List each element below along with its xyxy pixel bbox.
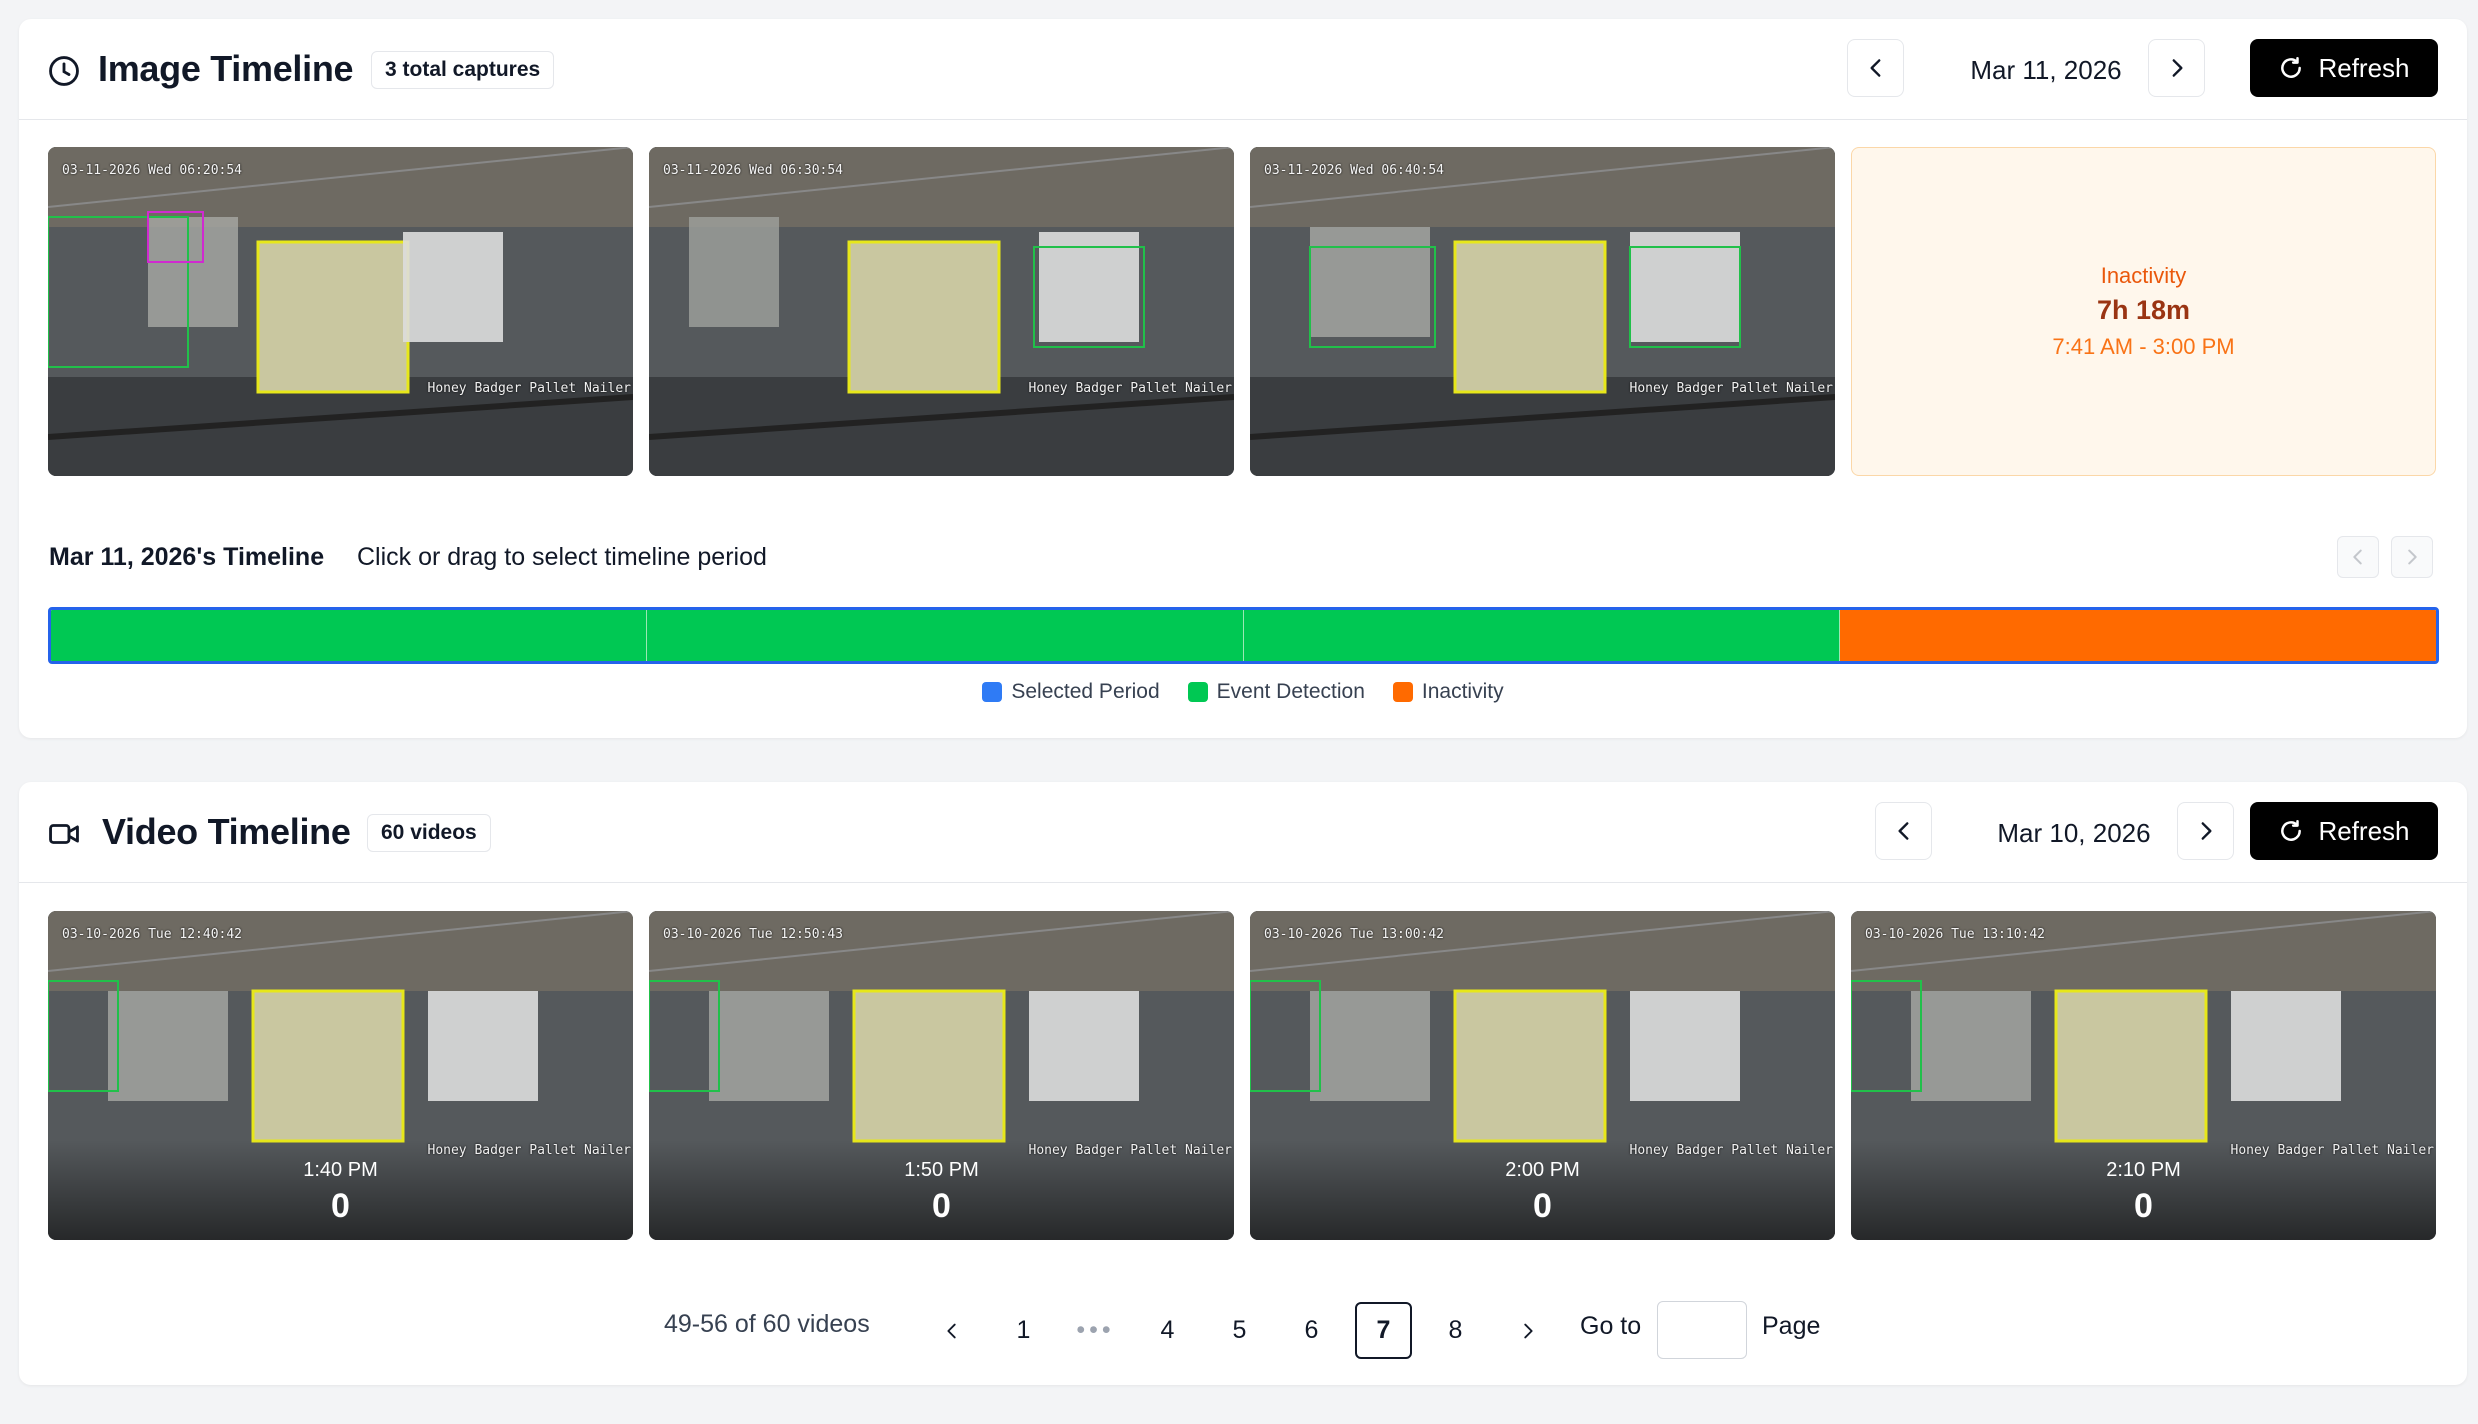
video-refresh-button[interactable]: Refresh xyxy=(2250,802,2438,860)
video-time: 2:10 PM xyxy=(2106,1159,2181,1181)
image-timeline-card: Image Timeline 3 total captures Mar 11, … xyxy=(19,19,2467,738)
video-prev-date-button[interactable] xyxy=(1875,802,1932,860)
video-thumbnail[interactable]: 03-10-2026 Tue 12:40:42 Honey Badger Pal… xyxy=(48,911,633,1240)
video-timestamp: 03-10-2026 Tue 12:50:43 xyxy=(663,927,844,942)
timeline-segment-event[interactable] xyxy=(647,610,1244,661)
chevron-right-icon xyxy=(2172,59,2183,77)
legend-swatch xyxy=(1187,682,1208,702)
video-time: 1:40 PM xyxy=(303,1159,378,1181)
pagination-summary: 49-56 of 60 videos xyxy=(664,1310,870,1338)
video-timeline-header: Video Timeline 60 videos Mar 10, 2026 Re… xyxy=(19,782,2467,883)
image-refresh-button[interactable]: Refresh xyxy=(2250,39,2438,97)
video-event-count: 0 xyxy=(331,1187,350,1225)
legend-label: Inactivity xyxy=(1421,680,1504,703)
video-brand: Honey Badger Pallet Nailer xyxy=(427,1143,632,1158)
camera-frame-image xyxy=(48,147,633,476)
goto-page-input[interactable] xyxy=(1657,1301,1747,1359)
capture-brand: Honey Badger Pallet Nailer xyxy=(1629,381,1834,396)
goto-page-suffix: Page xyxy=(1762,1312,1821,1340)
refresh-icon xyxy=(2281,820,2302,841)
videos-count-badge: 60 videos xyxy=(367,814,491,852)
pagination-page-1[interactable]: 1 xyxy=(995,1302,1052,1359)
chevron-left-icon xyxy=(1897,822,1908,840)
video-event-count: 0 xyxy=(1533,1187,1552,1225)
capture-timestamp: 03-11-2026 Wed 06:20:54 xyxy=(62,163,243,178)
image-prev-date-button[interactable] xyxy=(1847,39,1904,97)
video-timestamp: 03-10-2026 Tue 12:40:42 xyxy=(62,927,243,942)
legend-swatch xyxy=(982,682,1003,702)
legend-item: Event Detection xyxy=(1187,680,1365,704)
video-brand: Honey Badger Pallet Nailer xyxy=(2230,1143,2435,1158)
capture-brand: Honey Badger Pallet Nailer xyxy=(427,381,632,396)
legend-label: Selected Period xyxy=(1011,680,1160,703)
inactivity-tile[interactable]: Inactivity 7h 18m 7:41 AM - 3:00 PM xyxy=(1851,147,2436,476)
inactivity-range: 7:41 AM - 3:00 PM xyxy=(2052,334,2235,359)
video-brand: Honey Badger Pallet Nailer xyxy=(1629,1143,1834,1158)
legend-item: Inactivity xyxy=(1392,680,1504,704)
pagination-page-7-current[interactable]: 7 xyxy=(1355,1302,1412,1359)
capture-thumbnail[interactable]: 03-11-2026 Wed 06:20:54 Honey Badger Pal… xyxy=(48,147,633,476)
video-timestamp: 03-10-2026 Tue 13:00:42 xyxy=(1264,927,1445,942)
inactivity-label: Inactivity xyxy=(2100,263,2187,288)
inactivity-duration: 7h 18m xyxy=(2096,295,2191,325)
video-time: 1:50 PM xyxy=(904,1159,979,1181)
pagination-ellipsis[interactable]: ••• xyxy=(1067,1302,1124,1359)
video-timeline-title: Video Timeline xyxy=(102,811,351,852)
video-brand: Honey Badger Pallet Nailer xyxy=(1028,1143,1233,1158)
timeline-hint: Click or drag to select timeline period xyxy=(357,543,767,571)
video-timeline-card: Video Timeline 60 videos Mar 10, 2026 Re… xyxy=(19,782,2467,1385)
camera-frame-image xyxy=(649,147,1234,476)
image-timeline-title: Image Timeline xyxy=(98,48,354,89)
image-next-date-button[interactable] xyxy=(2148,39,2205,97)
timeline-scroll-right-button[interactable] xyxy=(2391,536,2433,578)
pagination-prev-button[interactable] xyxy=(923,1302,980,1359)
timeline-scroll-left-button[interactable] xyxy=(2337,536,2379,578)
chevron-right-icon xyxy=(1523,1323,1533,1338)
pagination-page-5[interactable]: 5 xyxy=(1211,1302,1268,1359)
chevron-left-icon xyxy=(2353,549,2362,565)
pagination-page-8[interactable]: 8 xyxy=(1427,1302,1484,1359)
image-timeline-header: Image Timeline 3 total captures Mar 11, … xyxy=(19,19,2467,120)
image-refresh-label: Refresh xyxy=(2318,52,2410,83)
goto-label: Go to xyxy=(1580,1312,1642,1340)
legend-item: Selected Period xyxy=(982,680,1160,704)
chevron-right-icon xyxy=(2408,549,2417,565)
video-next-date-button[interactable] xyxy=(2177,802,2234,860)
pagination-next-button[interactable] xyxy=(1499,1302,1556,1359)
image-date-label: Mar 11, 2026 xyxy=(1970,55,2122,85)
legend-swatch xyxy=(1392,682,1413,702)
pagination-page-6[interactable]: 6 xyxy=(1283,1302,1340,1359)
timeline-title: Mar 11, 2026's Timeline xyxy=(49,543,325,571)
refresh-icon xyxy=(2281,57,2302,78)
video-date-label: Mar 10, 2026 xyxy=(1997,818,2151,848)
video-refresh-label: Refresh xyxy=(2318,815,2410,846)
video-pagination: 49-56 of 60 videos 1 ••• 4 5 6 7 8 Go to… xyxy=(19,1296,2467,1359)
timeline-segment-inactivity[interactable] xyxy=(1839,610,2436,661)
chevron-left-icon xyxy=(946,1323,956,1338)
video-timestamp: 03-10-2026 Tue 13:10:42 xyxy=(1865,927,2046,942)
timeline-segment-event[interactable] xyxy=(51,610,648,661)
video-camera-icon xyxy=(49,824,79,844)
captures-count-badge: 3 total captures xyxy=(371,51,555,89)
camera-frame-image xyxy=(1250,147,1835,476)
capture-brand: Honey Badger Pallet Nailer xyxy=(1028,381,1233,396)
video-thumbnail[interactable]: 03-10-2026 Tue 12:50:43 Honey Badger Pal… xyxy=(649,911,1234,1240)
video-event-count: 0 xyxy=(932,1187,951,1225)
timeline-segment-event[interactable] xyxy=(1243,610,1840,661)
chevron-right-icon xyxy=(2201,822,2212,840)
capture-timestamp: 03-11-2026 Wed 06:30:54 xyxy=(663,163,844,178)
timeline-legend: Selected Period Event Detection Inactivity xyxy=(19,680,2467,704)
video-thumbnail[interactable]: 03-10-2026 Tue 13:00:42 Honey Badger Pal… xyxy=(1250,911,1835,1240)
video-time: 2:00 PM xyxy=(1505,1159,1580,1181)
video-thumbnail[interactable]: 03-10-2026 Tue 13:10:42 Honey Badger Pal… xyxy=(1851,911,2436,1240)
timeline-bar[interactable] xyxy=(48,607,2439,664)
video-event-count: 0 xyxy=(2134,1187,2153,1225)
legend-label: Event Detection xyxy=(1216,680,1365,703)
clock-icon xyxy=(49,56,79,86)
chevron-left-icon xyxy=(1869,59,1880,77)
capture-thumbnail[interactable]: 03-11-2026 Wed 06:30:54 Honey Badger Pal… xyxy=(649,147,1234,476)
capture-thumbnail[interactable]: 03-11-2026 Wed 06:40:54 Honey Badger Pal… xyxy=(1250,147,1835,476)
pagination-page-4[interactable]: 4 xyxy=(1139,1302,1196,1359)
capture-timestamp: 03-11-2026 Wed 06:40:54 xyxy=(1264,163,1445,178)
